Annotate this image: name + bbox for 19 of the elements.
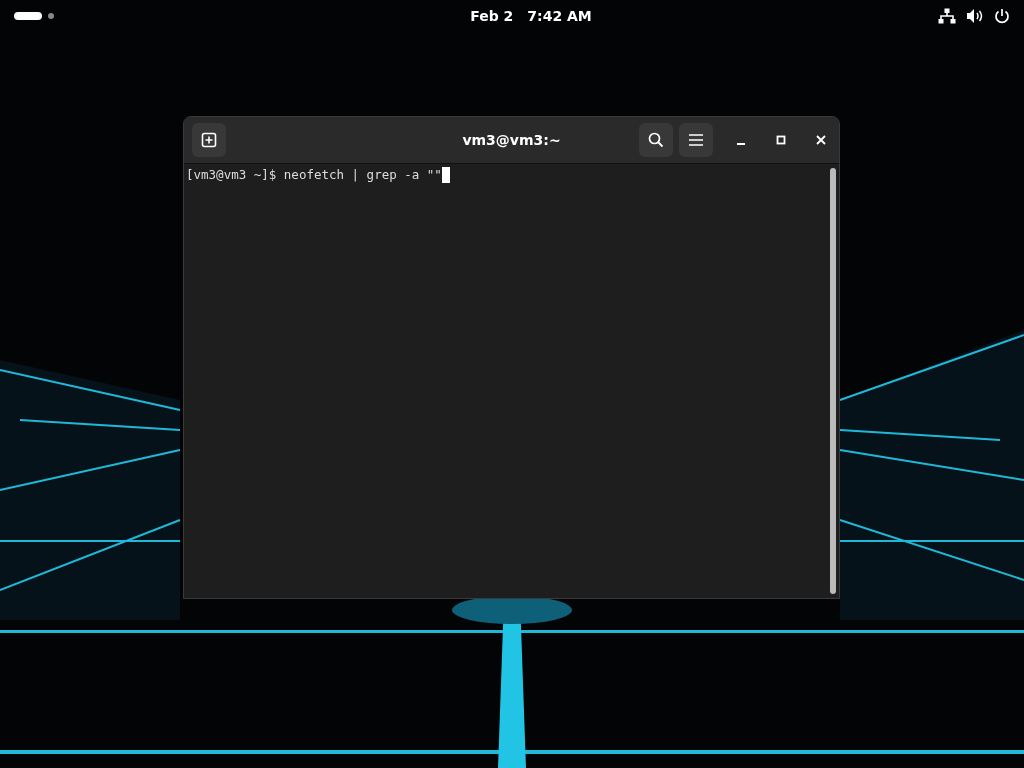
search-icon bbox=[648, 132, 664, 148]
terminal-line: [vm3@vm3 ~]$ neofetch | grep -a "" bbox=[186, 166, 442, 183]
new-tab-button[interactable] bbox=[192, 123, 226, 157]
maximize-icon bbox=[776, 135, 786, 145]
close-icon bbox=[816, 135, 826, 145]
date-label[interactable]: Feb 2 bbox=[470, 8, 514, 24]
workspace-indicator[interactable] bbox=[14, 12, 42, 20]
time-label[interactable]: 7:42 AM bbox=[527, 8, 592, 24]
scrollbar[interactable] bbox=[830, 168, 836, 594]
window-title: vm3@vm3:~ bbox=[462, 132, 561, 148]
volume-icon[interactable] bbox=[966, 8, 984, 24]
search-button[interactable] bbox=[639, 123, 673, 157]
minimize-icon bbox=[737, 143, 745, 145]
plus-icon bbox=[201, 132, 217, 148]
network-icon[interactable] bbox=[938, 8, 956, 24]
menu-button[interactable] bbox=[679, 123, 713, 157]
workspace-indicator[interactable] bbox=[48, 13, 54, 19]
power-icon[interactable] bbox=[994, 8, 1010, 24]
menu-icon bbox=[688, 133, 704, 147]
